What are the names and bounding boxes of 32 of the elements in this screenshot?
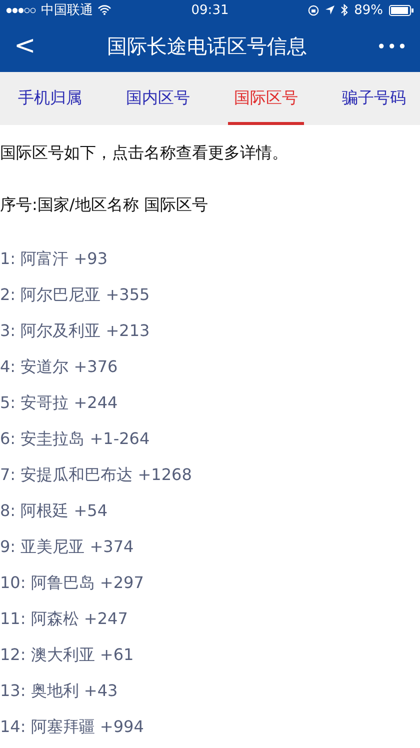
tab[interactable]: 国内区号 bbox=[120, 75, 196, 125]
country-code-link[interactable]: 4: 安道尔 +376 bbox=[0, 349, 420, 385]
country-code-link[interactable]: 8: 阿根廷 +54 bbox=[0, 493, 420, 529]
tab[interactable]: 骗子号码 bbox=[336, 75, 412, 125]
country-code-link[interactable]: 9: 亚美尼亚 +374 bbox=[0, 529, 420, 565]
page-title: 国际长途电话区号信息 bbox=[107, 32, 308, 60]
country-code-link[interactable]: 1: 阿富汗 +93 bbox=[0, 241, 420, 277]
carrier-name: 中国联通 bbox=[41, 2, 93, 19]
list-header: 序号:国家/地区名称 国际区号 bbox=[0, 194, 209, 216]
country-code-link[interactable]: 11: 阿森松 +247 bbox=[0, 601, 420, 637]
wifi-icon bbox=[98, 5, 111, 15]
more-button[interactable]: ••• bbox=[372, 36, 412, 56]
intro-text: 国际区号如下，点击名称查看更多详情。 bbox=[0, 142, 289, 164]
location-icon bbox=[325, 5, 336, 15]
country-code-link[interactable]: 3: 阿尔及利亚 +213 bbox=[0, 313, 420, 349]
lock-rotation-icon bbox=[308, 4, 320, 16]
country-code-link[interactable]: 6: 安圭拉岛 +1-264 bbox=[0, 421, 420, 457]
country-code-link[interactable]: 12: 澳大利亚 +61 bbox=[0, 637, 420, 673]
battery-icon bbox=[389, 4, 414, 16]
battery-percent: 89% bbox=[354, 2, 383, 18]
clock-time: 09:31 bbox=[190, 2, 230, 18]
country-code-link[interactable]: 7: 安提瓜和巴布达 +1268 bbox=[0, 457, 420, 493]
country-code-link[interactable]: 2: 阿尔巴尼亚 +355 bbox=[0, 277, 420, 313]
back-button[interactable]: < bbox=[8, 31, 42, 61]
signal-icon bbox=[6, 6, 36, 14]
country-code-link[interactable]: 5: 安哥拉 +244 bbox=[0, 385, 420, 421]
bluetooth-icon bbox=[341, 4, 348, 16]
country-code-link[interactable]: 14: 阿塞拜疆 +994 bbox=[0, 709, 420, 745]
tab[interactable]: 国际区号 bbox=[228, 75, 304, 125]
tab[interactable]: 手机归属 bbox=[12, 75, 88, 125]
country-code-link[interactable]: 10: 阿鲁巴岛 +297 bbox=[0, 565, 420, 601]
country-code-link[interactable]: 13: 奥地利 +43 bbox=[0, 673, 420, 709]
